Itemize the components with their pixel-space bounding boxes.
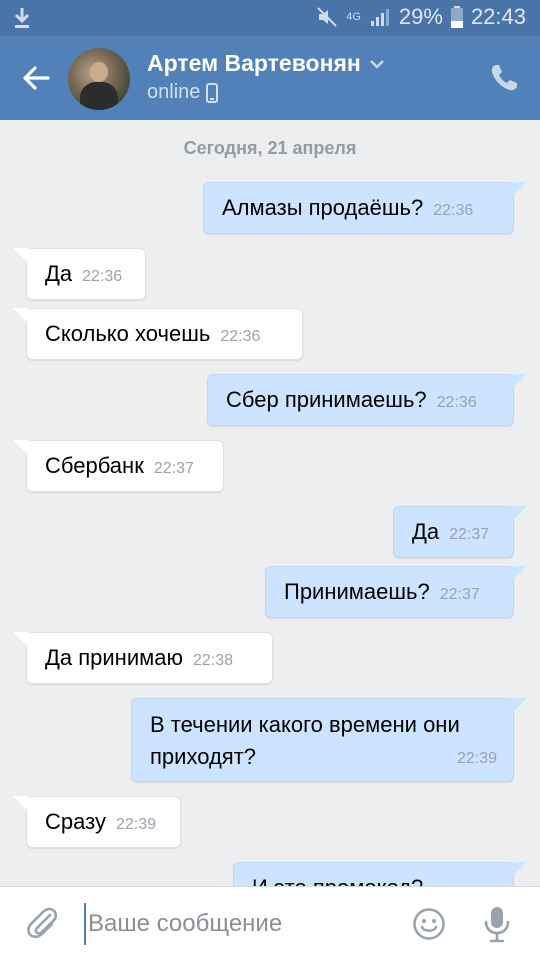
paperclip-icon[interactable] xyxy=(24,905,60,941)
avatar-body xyxy=(80,82,118,110)
chevron-down-icon xyxy=(369,59,384,69)
message-text: В течении какого времени они приходят? xyxy=(150,712,460,769)
message-list[interactable]: Сегодня, 21 апреля Алмазы продаёшь? 22:36… xyxy=(0,120,540,886)
message-text: Сразу xyxy=(45,809,106,834)
message-text: Сбербанк xyxy=(45,453,144,478)
message-time: 22:39 xyxy=(456,750,497,767)
avatar-head xyxy=(90,62,108,82)
message-bubble[interactable]: Сбер принимаешь? 22:36 xyxy=(207,374,527,426)
message-time: 22:37 xyxy=(153,460,194,477)
mobile-icon xyxy=(206,82,219,103)
download-icon xyxy=(14,8,30,28)
network-type: 4G xyxy=(346,11,361,23)
message-text: Да xyxy=(412,519,440,544)
message-text: Сбер принимаешь? xyxy=(226,387,427,412)
message-bubble[interactable]: Алмазы продаёшь? 22:36 xyxy=(203,182,527,234)
message-bubble[interactable]: Сколько хочешь 22:36 xyxy=(13,308,303,360)
contact-name: Артем Вартевонян xyxy=(147,50,361,76)
avatar[interactable] xyxy=(68,48,130,110)
message-bubble[interactable]: И это промокод? xyxy=(233,862,527,886)
message-bubble[interactable]: Да 22:36 xyxy=(13,248,146,300)
chat-header: Артем Вартевонян online xyxy=(0,36,540,120)
signal-icon xyxy=(370,9,389,26)
message-bubble[interactable]: Да принимаю 22:38 xyxy=(13,632,273,684)
message-bubble[interactable]: В течении какого времени они приходят? 22… xyxy=(131,698,527,782)
mute-icon xyxy=(317,7,337,27)
message-text: Да принимаю xyxy=(45,645,183,670)
phone-icon[interactable] xyxy=(488,62,520,94)
message-composer xyxy=(0,886,540,960)
message-bubble[interactable]: Сбербанк 22:37 xyxy=(13,440,224,492)
contact-status: online xyxy=(147,81,219,104)
back-button[interactable] xyxy=(14,56,58,100)
online-label: online xyxy=(147,81,201,103)
message-time: 22:38 xyxy=(192,652,234,669)
message-text: И это промокод? xyxy=(252,875,423,886)
message-bubble[interactable]: Сразу 22:39 xyxy=(13,796,181,848)
clock: 22:43 xyxy=(470,4,526,29)
message-bubble[interactable]: Принимаешь? 22:37 xyxy=(265,566,527,618)
message-bubble[interactable]: Да 22:37 xyxy=(393,506,527,558)
emoji-icon[interactable] xyxy=(412,907,446,941)
message-time: 22:37 xyxy=(439,586,480,603)
message-time: 22:39 xyxy=(115,816,156,833)
date-separator: Сегодня, 21 апреля xyxy=(183,138,357,158)
message-text: Алмазы продаёшь? xyxy=(222,195,424,220)
back-arrow-icon xyxy=(23,66,50,90)
battery-percent: 29% xyxy=(398,4,443,29)
message-time: 22:36 xyxy=(82,268,123,285)
battery-icon xyxy=(450,6,463,28)
status-bar: 4G 29% 22:43 xyxy=(0,0,540,36)
message-time: 22:37 xyxy=(449,526,490,543)
message-time: 22:36 xyxy=(436,394,477,411)
message-text: Сколько хочешь xyxy=(45,321,211,346)
message-text: Принимаешь? xyxy=(284,579,430,604)
message-time: 22:36 xyxy=(433,202,474,219)
contact-name-button[interactable]: Артем Вартевонян xyxy=(147,50,385,77)
message-time: 22:36 xyxy=(220,328,261,345)
microphone-icon[interactable] xyxy=(482,905,512,943)
message-text: Да xyxy=(45,261,73,286)
message-input[interactable] xyxy=(84,903,384,945)
